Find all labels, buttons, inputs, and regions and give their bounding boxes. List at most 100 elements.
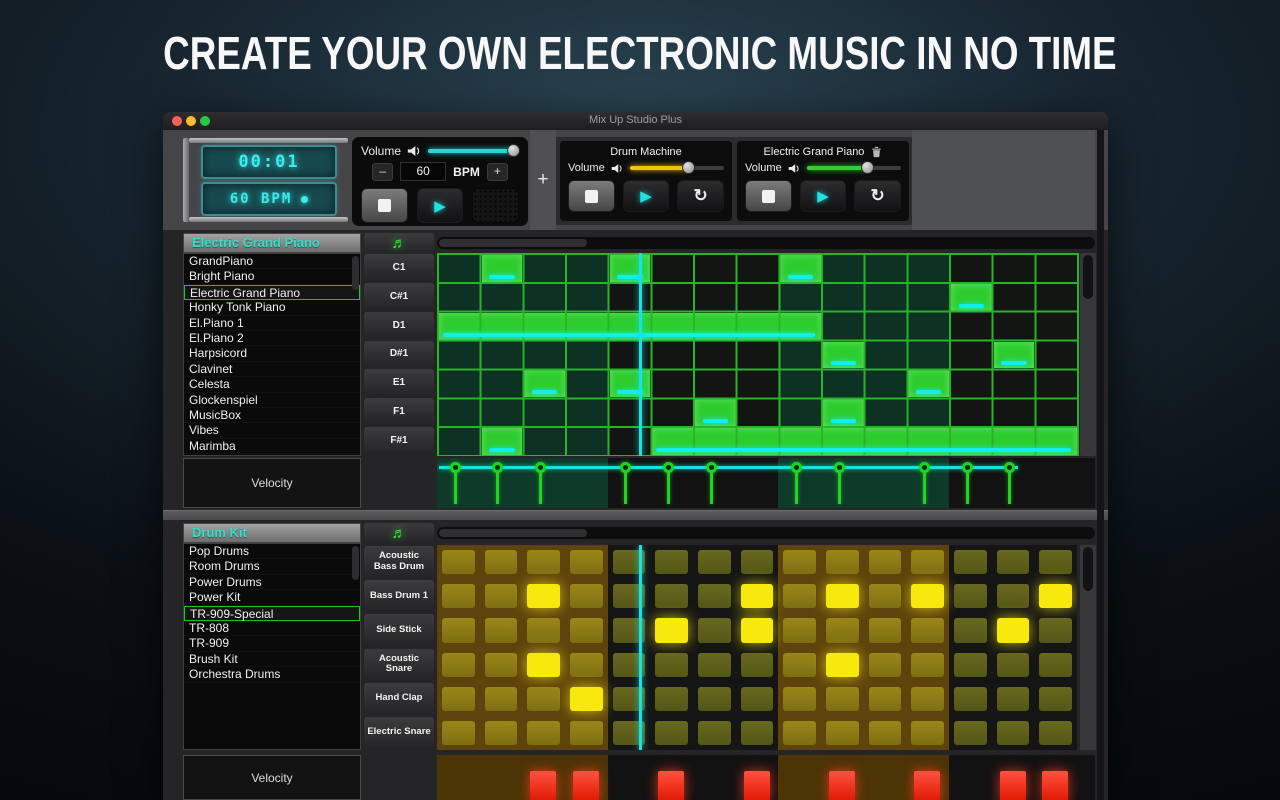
drum-pad[interactable] <box>570 687 603 711</box>
scrollbar-thumb[interactable] <box>1083 255 1093 299</box>
drum-pad[interactable] <box>869 550 902 574</box>
slider-knob[interactable] <box>682 161 695 174</box>
drum-pad[interactable] <box>655 687 688 711</box>
drum-row-label[interactable]: Side Stick <box>364 614 434 646</box>
instrument-item[interactable]: Glockenspiel <box>184 393 360 408</box>
piano-key-label[interactable]: E1 <box>364 369 434 396</box>
drum-pad[interactable] <box>485 687 518 711</box>
drum-pad[interactable] <box>1039 618 1072 642</box>
add-track-button[interactable]: + <box>530 130 556 230</box>
velocity-marker[interactable] <box>919 462 930 473</box>
drum-pad[interactable] <box>826 618 859 642</box>
scrollbar-thumb[interactable] <box>1083 547 1093 591</box>
drum-pad[interactable] <box>655 653 688 677</box>
drum-pad[interactable] <box>911 721 944 745</box>
velocity-marker[interactable] <box>834 462 845 473</box>
velocity-bar[interactable] <box>1000 771 1026 800</box>
drum-pad[interactable] <box>741 687 774 711</box>
velocity-bar[interactable] <box>744 771 770 800</box>
drum-pad[interactable] <box>698 721 731 745</box>
velocity-marker[interactable] <box>706 462 717 473</box>
drum-pad[interactable] <box>698 618 731 642</box>
master-stop-button[interactable] <box>361 188 408 223</box>
drum-pad[interactable] <box>997 550 1030 574</box>
drum-pad[interactable] <box>527 721 560 745</box>
drum-pad[interactable] <box>911 618 944 642</box>
drum-pad[interactable] <box>485 721 518 745</box>
instrument-item[interactable]: GrandPiano <box>184 254 360 269</box>
drum-pad[interactable] <box>954 721 987 745</box>
drum-pad[interactable] <box>527 687 560 711</box>
drum-pad[interactable] <box>741 584 774 608</box>
list-scrollbar-thumb[interactable] <box>352 546 359 580</box>
scrollbar-thumb[interactable] <box>439 529 587 537</box>
drum-pad[interactable] <box>869 653 902 677</box>
instrument-item[interactable]: Vibes <box>184 423 360 438</box>
drum-pad[interactable] <box>570 618 603 642</box>
velocity-bar[interactable] <box>914 771 940 800</box>
drum-row-label[interactable]: Electric Snare <box>364 717 434 749</box>
drum-pad[interactable] <box>869 618 902 642</box>
drum-volume-slider[interactable] <box>630 166 724 170</box>
drum-row-label[interactable]: Bass Drum 1 <box>364 580 434 612</box>
piano-stop-button[interactable] <box>745 180 792 212</box>
velocity-bar[interactable] <box>530 771 556 800</box>
drum-pad[interactable] <box>826 653 859 677</box>
drum-pad[interactable] <box>997 721 1030 745</box>
drum-pad[interactable] <box>997 653 1030 677</box>
drum-pad[interactable] <box>826 550 859 574</box>
instrument-item[interactable]: Harpsicord <box>184 346 360 361</box>
drum-pad[interactable] <box>783 618 816 642</box>
drum-row-label[interactable]: Hand Clap <box>364 683 434 715</box>
drum-pad[interactable] <box>698 687 731 711</box>
piano-volume-slider[interactable] <box>807 166 901 170</box>
trash-icon[interactable] <box>871 146 882 158</box>
kit-item[interactable]: TR-808 <box>184 621 360 636</box>
drum-pad[interactable] <box>954 618 987 642</box>
drum-row-label[interactable]: Acoustic Snare <box>364 649 434 681</box>
drum-pad-grid[interactable] <box>437 545 1077 750</box>
drum-row-label[interactable]: Acoustic Bass Drum <box>364 546 434 578</box>
drum-pad[interactable] <box>911 687 944 711</box>
instrument-item[interactable]: Marimba <box>184 439 360 454</box>
drum-pad[interactable] <box>655 618 688 642</box>
kit-item[interactable]: TR-909 <box>184 636 360 651</box>
drum-pad[interactable] <box>1039 550 1072 574</box>
velocity-marker[interactable] <box>962 462 973 473</box>
drum-pad[interactable] <box>570 584 603 608</box>
drum-pad[interactable] <box>783 653 816 677</box>
instrument-item[interactable]: Honky Tonk Piano <box>184 300 360 315</box>
kit-item[interactable]: Orchestra Drums <box>184 667 360 682</box>
drum-loop-button[interactable]: ↻ <box>677 180 724 212</box>
drum-pad[interactable] <box>527 584 560 608</box>
drum-pad[interactable] <box>869 584 902 608</box>
velocity-bar[interactable] <box>573 771 599 800</box>
slider-knob[interactable] <box>507 144 520 157</box>
drum-pad[interactable] <box>783 687 816 711</box>
drum-pad[interactable] <box>442 550 475 574</box>
playhead[interactable] <box>639 253 642 456</box>
piano-key-label[interactable]: D#1 <box>364 341 434 368</box>
instrument-item[interactable]: Bright Piano <box>184 269 360 284</box>
drum-pad[interactable] <box>442 721 475 745</box>
drum-pad[interactable] <box>1039 653 1072 677</box>
kit-item[interactable]: TR-909-Special <box>184 606 360 621</box>
drum-pad[interactable] <box>954 653 987 677</box>
drum-pad[interactable] <box>570 653 603 677</box>
piano-horizontal-scrollbar[interactable] <box>437 237 1095 249</box>
master-volume-slider[interactable] <box>428 149 519 153</box>
drum-horizontal-scrollbar[interactable] <box>437 527 1095 539</box>
kit-item[interactable]: Brush Kit <box>184 652 360 667</box>
drum-pad[interactable] <box>698 653 731 677</box>
instrument-item[interactable]: El.Piano 2 <box>184 331 360 346</box>
piano-play-button[interactable]: ▶ <box>800 180 847 212</box>
instrument-item[interactable]: MusicBox <box>184 408 360 423</box>
list-scrollbar-thumb[interactable] <box>352 256 359 290</box>
velocity-marker[interactable] <box>663 462 674 473</box>
drum-pad[interactable] <box>442 653 475 677</box>
drum-pad[interactable] <box>997 618 1030 642</box>
kit-item[interactable]: Power Kit <box>184 590 360 605</box>
drum-pad[interactable] <box>485 618 518 642</box>
piano-key-label[interactable]: C1 <box>364 254 434 281</box>
velocity-bar[interactable] <box>1042 771 1068 800</box>
